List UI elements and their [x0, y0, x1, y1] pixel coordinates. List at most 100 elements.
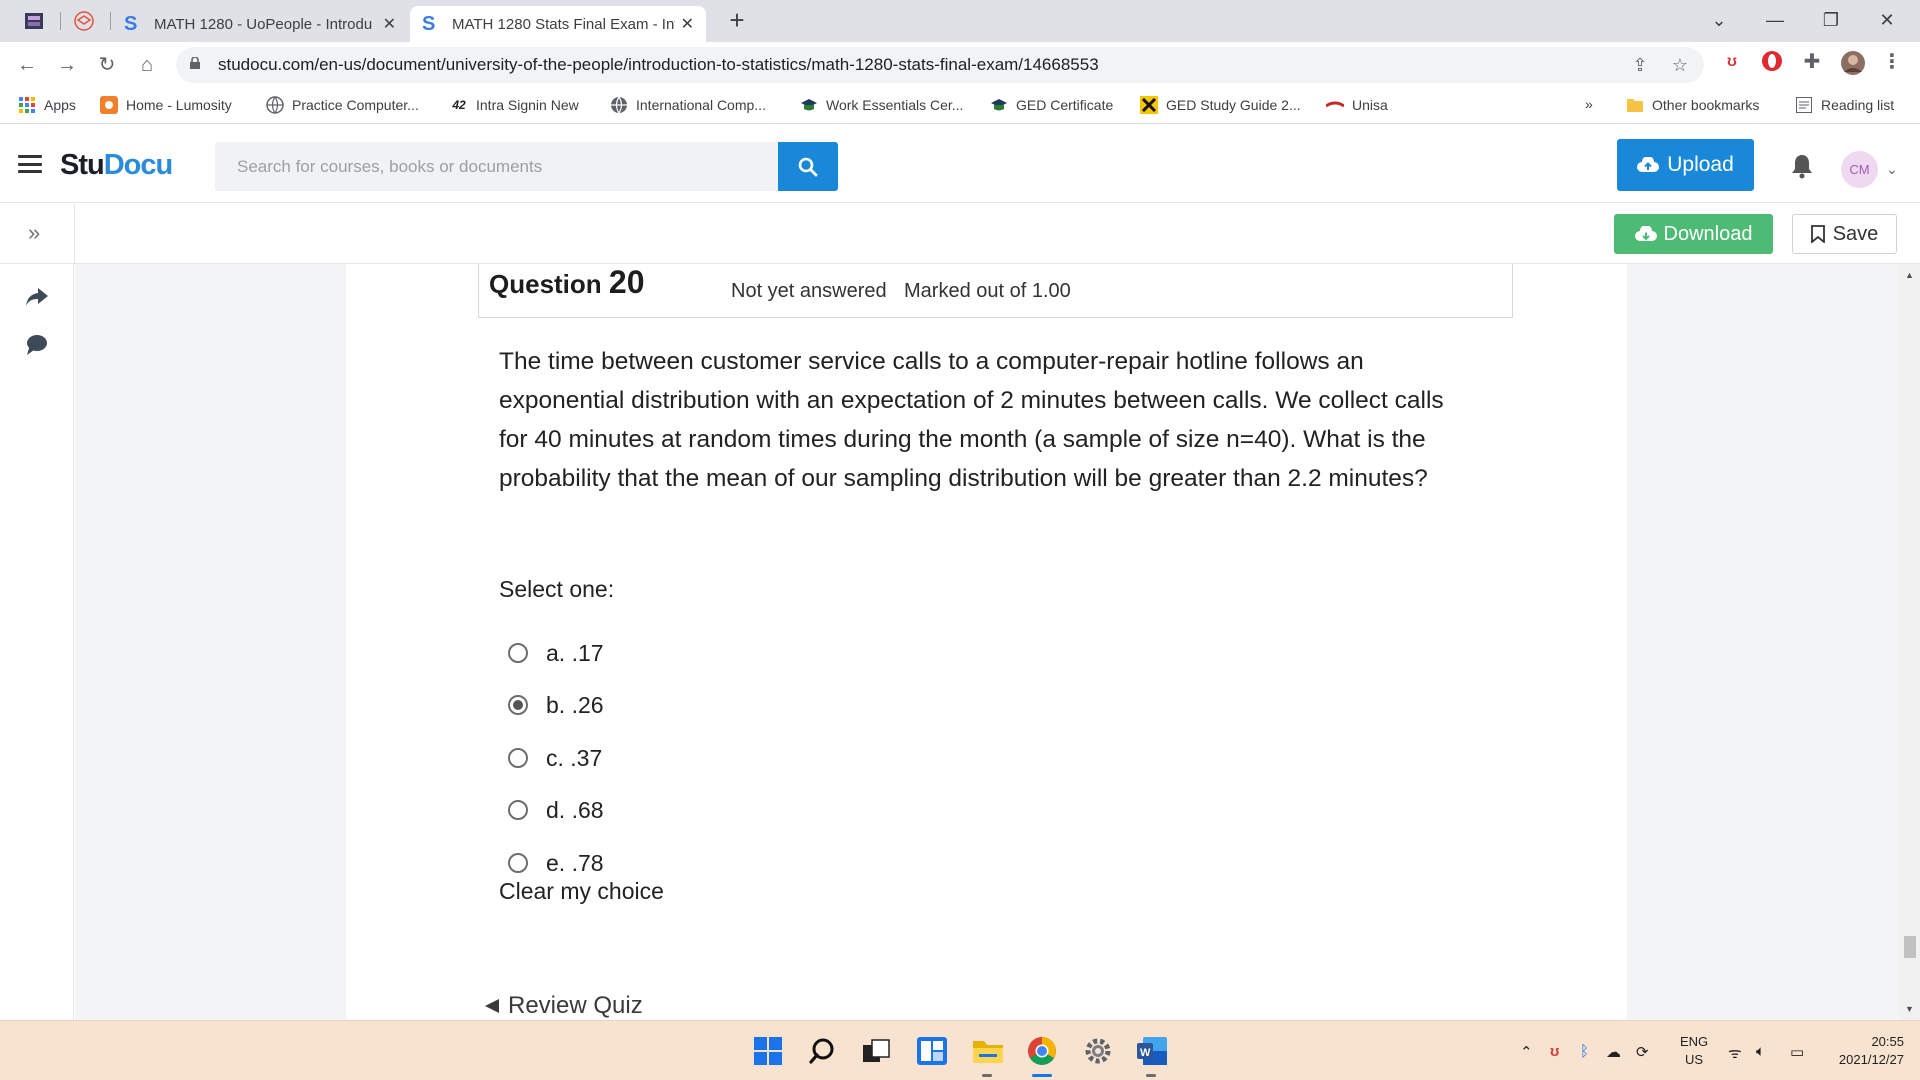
word-icon[interactable]: W: [1136, 1035, 1168, 1067]
expand-sidebar-icon[interactable]: »: [28, 220, 40, 246]
scroll-up-arrow-icon[interactable]: ▲: [1905, 270, 1914, 280]
forward-button[interactable]: →: [52, 50, 82, 80]
tab-math1280-stats-final[interactable]: S MATH 1280 Stats Final Exam - Int ✕: [410, 6, 706, 42]
page-scrollbar[interactable]: ▲ ▼: [1900, 264, 1920, 1020]
sync-icon[interactable]: ⟳: [1636, 1043, 1649, 1061]
widgets-icon[interactable]: [916, 1035, 948, 1067]
taskbar-active-indicator: [1032, 1074, 1052, 1077]
file-explorer-icon[interactable]: [972, 1035, 1004, 1067]
bookmark-label: Intra Signin New: [476, 97, 579, 113]
review-quiz-label: Review Quiz: [508, 992, 643, 1019]
reading-list-button[interactable]: Reading list: [1795, 96, 1894, 114]
cloud-download-icon: [1634, 226, 1657, 241]
minimize-button[interactable]: —: [1752, 4, 1798, 36]
close-tab-icon[interactable]: ✕: [681, 14, 694, 34]
profile-avatar-icon[interactable]: [1840, 50, 1865, 75]
bluetooth-icon[interactable]: ᛒ: [1580, 1043, 1589, 1060]
comment-icon[interactable]: [24, 332, 50, 358]
chevron-down-icon[interactable]: ⌄: [1886, 161, 1898, 178]
chrome-icon[interactable]: [1026, 1035, 1058, 1067]
mcafee-icon[interactable]: ʊ: [1550, 1043, 1559, 1060]
share-arrow-icon[interactable]: [24, 284, 50, 310]
bookmark-label: Work Essentials Cer...: [826, 97, 964, 113]
studocu-header: StuDocu Upload CM ⌄: [0, 125, 1920, 203]
task-view-icon[interactable]: [860, 1035, 892, 1067]
scroll-down-arrow-icon[interactable]: ▼: [1905, 1004, 1914, 1014]
review-quiz-link[interactable]: Review Quiz: [484, 992, 643, 1020]
answer-option-d[interactable]: d. .68: [508, 795, 604, 825]
download-button[interactable]: Download: [1614, 214, 1773, 254]
battery-icon[interactable]: ▭: [1790, 1043, 1804, 1061]
extensions-puzzle-icon[interactable]: ✚: [1800, 50, 1824, 74]
search-input[interactable]: [215, 142, 778, 191]
hamburger-menu-icon[interactable]: [18, 155, 42, 173]
windows-start-icon[interactable]: [752, 1035, 784, 1067]
bookmark-apps[interactable]: Apps: [18, 96, 76, 114]
close-tab-icon[interactable]: ✕: [383, 14, 396, 34]
scrollbar-thumb[interactable]: [1904, 936, 1916, 958]
wifi-icon[interactable]: ᯤ: [1728, 1043, 1742, 1063]
close-window-button[interactable]: ✕: [1864, 4, 1910, 36]
bookmark-international-comp[interactable]: International Comp...: [610, 96, 766, 114]
address-bar[interactable]: studocu.com/en-us/document/university-of…: [176, 47, 1704, 83]
pinned-tab-uopeople[interactable]: [70, 8, 98, 34]
radio-button[interactable]: [508, 643, 528, 663]
tab-title: MATH 1280 - UoPeople - Introdu: [154, 15, 373, 33]
globe-icon: [610, 96, 628, 114]
radio-button[interactable]: [508, 748, 528, 768]
tab-math1280-uopeople[interactable]: S MATH 1280 - UoPeople - Introdu ✕: [112, 6, 408, 42]
bookmark-lumosity[interactable]: Home - Lumosity: [100, 96, 232, 114]
answer-option-e[interactable]: e. .78: [508, 848, 604, 878]
bookmark-unisa[interactable]: Unisa: [1326, 96, 1388, 114]
radio-button-selected[interactable]: [508, 695, 528, 715]
onedrive-cloud-icon[interactable]: ☁: [1606, 1043, 1621, 1061]
bookmark-other-bookmarks[interactable]: Other bookmarks: [1626, 96, 1759, 114]
answer-option-a[interactable]: a. .17: [508, 638, 604, 668]
bookmark-work-essentials[interactable]: Work Essentials Cer...: [800, 96, 963, 114]
bookmarks-overflow-chevron[interactable]: »: [1585, 96, 1593, 112]
answer-option-c[interactable]: c. .37: [508, 743, 602, 773]
radio-button[interactable]: [508, 853, 528, 873]
bookmark-intra-signin[interactable]: 42 Intra Signin New: [450, 96, 579, 114]
bookmark-star-icon[interactable]: ☆: [1668, 55, 1692, 76]
bookmark-label: Other bookmarks: [1652, 97, 1760, 113]
system-clock[interactable]: 20:55 2021/12/27: [1824, 1033, 1904, 1069]
tab-search-icon[interactable]: ⌄: [1696, 4, 1742, 36]
uopeople-icon: [74, 11, 94, 31]
share-icon[interactable]: ⇪: [1628, 55, 1652, 76]
pinned-tab-app[interactable]: [20, 8, 48, 34]
option-label: c. .37: [546, 744, 603, 771]
back-button[interactable]: ←: [12, 50, 42, 80]
browser-menu-icon[interactable]: ⋮: [1880, 50, 1904, 74]
save-button[interactable]: Save: [1792, 214, 1897, 254]
bookmark-ged-certificate[interactable]: GED Certificate: [990, 96, 1113, 114]
reload-button[interactable]: ↻: [92, 50, 122, 80]
search-icon[interactable]: [806, 1035, 838, 1067]
extension-opera-icon[interactable]: [1760, 50, 1784, 74]
show-hidden-icons-chevron-icon[interactable]: ⌃: [1520, 1043, 1533, 1061]
studocu-logo[interactable]: StuDocu: [60, 149, 173, 182]
upload-button[interactable]: Upload: [1617, 139, 1754, 191]
bookmark-ged-study-guide[interactable]: GED Study Guide 2...: [1140, 96, 1301, 114]
restore-button[interactable]: ❐: [1808, 4, 1854, 36]
apps-grid-icon: [18, 96, 36, 114]
bookmark-label: Home - Lumosity: [126, 97, 232, 113]
volume-icon[interactable]: 🔈︎: [1756, 1043, 1765, 1060]
input-language-indicator[interactable]: ENG US: [1680, 1033, 1708, 1069]
new-tab-button[interactable]: +: [722, 6, 752, 36]
reading-list-icon: [1795, 96, 1813, 114]
home-button[interactable]: ⌂: [132, 50, 162, 80]
radio-button[interactable]: [508, 800, 528, 820]
globe-icon: [266, 96, 284, 114]
notification-bell-icon[interactable]: [1790, 153, 1814, 179]
extension-todoist-icon[interactable]: ʊ: [1720, 50, 1744, 74]
clear-choice-link[interactable]: Clear my choice: [499, 878, 664, 905]
question-heading: Question 20: [489, 264, 645, 301]
settings-gear-icon[interactable]: [1082, 1035, 1114, 1067]
answer-option-b[interactable]: b. .26: [508, 690, 604, 720]
search-button[interactable]: [778, 142, 838, 191]
bookmark-practice-computer[interactable]: Practice Computer...: [266, 96, 419, 114]
app-icon: [25, 13, 43, 29]
document-page: Question 20 Not yet answered Marked out …: [346, 264, 1627, 1020]
user-avatar[interactable]: CM: [1841, 151, 1878, 188]
